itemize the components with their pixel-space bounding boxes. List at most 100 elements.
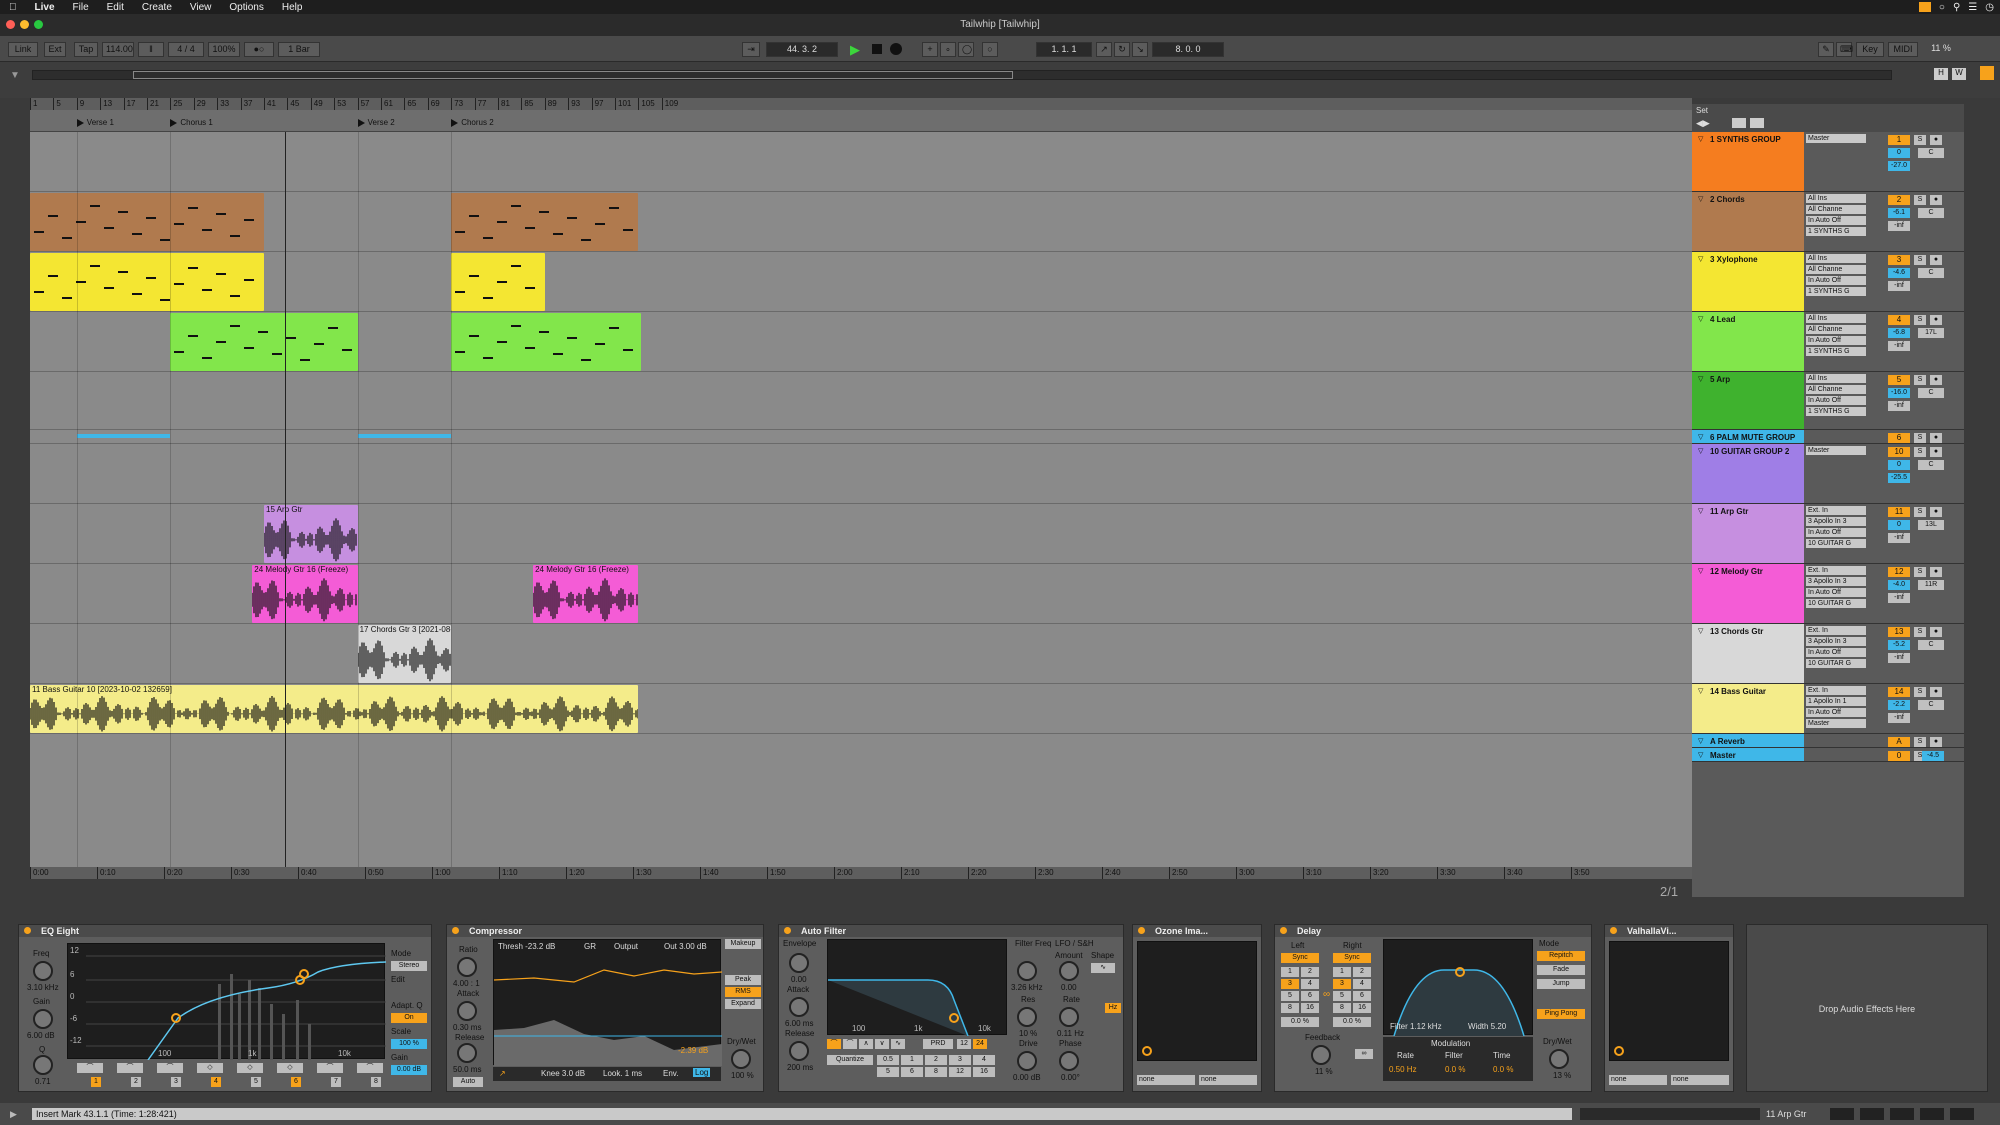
q-value[interactable]: 0.71 bbox=[35, 1077, 51, 1086]
right-step-3[interactable]: 3 bbox=[1333, 979, 1351, 989]
apple-icon[interactable]:  bbox=[0, 2, 26, 13]
quantize-4[interactable]: 4 bbox=[973, 1055, 995, 1065]
bar-tick-label[interactable]: 41 bbox=[264, 98, 276, 110]
arrangement-overview[interactable]: ▼ H W bbox=[0, 62, 2000, 98]
link-lr-icon[interactable]: ∞ bbox=[1323, 989, 1330, 1000]
track-input-select[interactable]: Ext. In bbox=[1806, 506, 1866, 515]
fold-icon[interactable]: ▽ bbox=[1698, 375, 1703, 383]
track-input-select[interactable]: Ext. In bbox=[1806, 626, 1866, 635]
time-signature-field[interactable]: 4 / 4 bbox=[168, 42, 204, 57]
solo-button[interactable]: S bbox=[1914, 507, 1926, 517]
track-name[interactable]: 2 Chords bbox=[1692, 192, 1804, 204]
quantize-16[interactable]: 16 bbox=[973, 1067, 995, 1077]
track-lane[interactable] bbox=[30, 132, 1692, 192]
time-tick-label[interactable]: 3:40 bbox=[1504, 867, 1523, 879]
track-header[interactable]: ▽ 11 Arp Gtr Ext. In 3 Apollo In 3 In Auto O… bbox=[1692, 504, 1964, 564]
track-header[interactable]: ▽ 5 Arp All Ins All Channe In Auto Off 1 SYNT… bbox=[1692, 372, 1964, 430]
track-monitor-select[interactable]: In Auto Off bbox=[1806, 336, 1866, 345]
group-clip-bar[interactable] bbox=[357, 434, 452, 438]
arrangement-view[interactable]: 15 Arp Gtr 24 Melody Gtr 16 (Freeze) 24 Me… bbox=[30, 132, 1692, 867]
arm-icon[interactable]: ● bbox=[1930, 195, 1942, 205]
rate-knob[interactable] bbox=[1059, 1007, 1079, 1027]
ozone-display[interactable] bbox=[1137, 941, 1257, 1061]
right-offset-value[interactable]: 0.0 % bbox=[1333, 1017, 1371, 1027]
track-input-select[interactable]: All Ins bbox=[1806, 314, 1866, 323]
arm-icon[interactable]: ● bbox=[1930, 255, 1942, 265]
track-monitor-select[interactable]: In Auto Off bbox=[1806, 708, 1866, 717]
arm-icon[interactable]: ● bbox=[1930, 567, 1942, 577]
phase-value[interactable]: 0.00° bbox=[1061, 1073, 1080, 1082]
fold-icon[interactable]: ▽ bbox=[1698, 737, 1703, 745]
quantize-8[interactable]: 8 bbox=[925, 1067, 947, 1077]
ext-sync-button[interactable]: Ext bbox=[44, 42, 66, 57]
time-tick-label[interactable]: 1:30 bbox=[633, 867, 652, 879]
time-tick-label[interactable]: 3:00 bbox=[1236, 867, 1255, 879]
zoom-field[interactable]: 100% bbox=[208, 42, 240, 57]
solo-button[interactable]: S bbox=[1914, 375, 1926, 385]
left-step-5[interactable]: 5 bbox=[1281, 991, 1299, 1001]
right-step-6[interactable]: 6 bbox=[1353, 991, 1371, 1001]
track-send-value[interactable]: -inf bbox=[1888, 653, 1910, 663]
filter-icon[interactable]: ▼ bbox=[10, 70, 20, 81]
band-6-button[interactable]: 6 bbox=[291, 1077, 301, 1087]
device-title[interactable]: Compressor bbox=[447, 925, 763, 937]
bar-tick-label[interactable]: 61 bbox=[381, 98, 393, 110]
track-out-select[interactable]: 10 GUITAR G bbox=[1806, 539, 1866, 548]
track-send-value[interactable]: -inf bbox=[1888, 533, 1910, 543]
bar-tick-label[interactable]: 33 bbox=[217, 98, 229, 110]
arm-icon[interactable]: ● bbox=[1930, 687, 1942, 697]
track-out-select[interactable]: Master bbox=[1806, 719, 1866, 728]
audio-clip[interactable]: 11 Bass Guitar 10 [2023-10-02 132659] bbox=[30, 685, 639, 733]
rate-value[interactable]: 0.11 Hz bbox=[1057, 1029, 1084, 1038]
track-input-select[interactable]: All Ins bbox=[1806, 374, 1866, 383]
repitch-button[interactable]: Repitch bbox=[1537, 951, 1585, 961]
track-header[interactable]: ▽ 4 Lead All Ins All Channe In Auto Off 1 SYN… bbox=[1692, 312, 1964, 372]
bar-tick-label[interactable]: 101 bbox=[615, 98, 631, 110]
track-volume[interactable]: -2.2 bbox=[1888, 700, 1910, 710]
track-header[interactable]: ▽Master0S●-4.5 bbox=[1692, 748, 1964, 762]
fold-icon[interactable]: ▽ bbox=[1698, 627, 1703, 635]
midi-clip[interactable] bbox=[30, 253, 264, 311]
arm-icon[interactable]: ● bbox=[1930, 135, 1942, 145]
audio-clip[interactable]: 24 Melody Gtr 16 (Freeze) bbox=[533, 565, 639, 623]
menu-edit[interactable]: Edit bbox=[98, 2, 133, 13]
quantize-1[interactable]: 1 bbox=[901, 1055, 923, 1065]
time-tick-label[interactable]: 0:00 bbox=[30, 867, 49, 879]
wifi-icon[interactable]: ○ bbox=[1939, 2, 1945, 13]
bar-tick-label[interactable]: 25 bbox=[170, 98, 182, 110]
menu-file[interactable]: File bbox=[64, 2, 98, 13]
right-step-16[interactable]: 16 bbox=[1353, 1003, 1371, 1013]
quantize-0.5[interactable]: 0.5 bbox=[877, 1055, 899, 1065]
time-tick-label[interactable]: 0:30 bbox=[231, 867, 250, 879]
bar-tick-label[interactable]: 1 bbox=[30, 98, 37, 110]
locator-marker[interactable]: Verse 1 bbox=[76, 118, 114, 128]
release-knob[interactable] bbox=[457, 1043, 477, 1063]
arm-icon[interactable]: ● bbox=[1930, 507, 1942, 517]
drywet-value[interactable]: 100 % bbox=[731, 1071, 754, 1080]
q-knob[interactable] bbox=[33, 1055, 53, 1075]
track-name[interactable]: 12 Melody Gtr bbox=[1692, 564, 1804, 576]
overdub-icon[interactable]: + bbox=[922, 42, 938, 57]
track-activator[interactable]: 3 bbox=[1888, 255, 1910, 265]
time-tick-label[interactable]: 2:10 bbox=[901, 867, 920, 879]
view-toggle-2-icon[interactable] bbox=[1860, 1108, 1884, 1120]
track-volume[interactable]: -4.0 bbox=[1888, 580, 1910, 590]
track-monitor-select[interactable]: In Auto Off bbox=[1806, 528, 1866, 537]
valhalla-handle-icon[interactable] bbox=[1614, 1046, 1624, 1056]
ratio-knob[interactable] bbox=[457, 957, 477, 977]
compressor-display[interactable]: Thresh -23.2 dB GR Output Out 3.00 dB -2… bbox=[493, 939, 723, 1066]
track-pan[interactable]: C bbox=[1918, 208, 1944, 218]
fold-icon[interactable]: ▽ bbox=[1698, 447, 1703, 455]
session-record-icon[interactable]: ○ bbox=[982, 42, 998, 57]
track-channel-select[interactable]: All Channe bbox=[1806, 325, 1866, 334]
track-name[interactable]: 1 SYNTHS GROUP bbox=[1692, 132, 1804, 144]
bar-tick-label[interactable]: 13 bbox=[100, 98, 112, 110]
bar-tick-label[interactable]: 5 bbox=[53, 98, 61, 110]
right-step-5[interactable]: 5 bbox=[1333, 991, 1351, 1001]
punch-in-icon[interactable]: ↗ bbox=[1096, 42, 1112, 57]
global-quantize-select[interactable]: 1 Bar bbox=[278, 42, 320, 57]
track-out-select[interactable]: 1 SYNTHS G bbox=[1806, 347, 1866, 356]
drywet-knob[interactable] bbox=[731, 1049, 751, 1069]
valhalla-param-select-2[interactable]: none bbox=[1671, 1075, 1729, 1085]
midi-clip[interactable] bbox=[30, 193, 264, 251]
